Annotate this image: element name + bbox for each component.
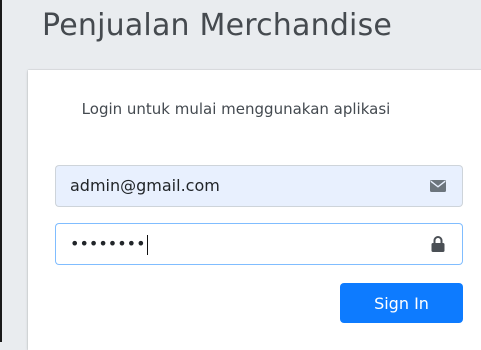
sign-in-button[interactable]: Sign In — [340, 283, 463, 323]
app-title: Penjualan Merchandise — [42, 8, 393, 43]
text-caret — [146, 234, 148, 255]
email-input-group: admin@gmail.com — [55, 165, 463, 207]
envelope-icon — [429, 180, 446, 192]
email-addon — [413, 165, 463, 207]
lock-icon — [431, 236, 444, 252]
email-input[interactable]: admin@gmail.com — [55, 165, 413, 207]
password-addon — [413, 223, 463, 265]
password-input[interactable]: •••••••• — [55, 223, 413, 265]
password-value: •••••••• — [70, 234, 146, 253]
login-message: Login untuk mulai menggunakan aplikasi — [81, 100, 391, 118]
email-value: admin@gmail.com — [70, 176, 220, 195]
password-input-group: •••••••• — [55, 223, 463, 265]
app-window: Penjualan Merchandise Login untuk mulai … — [0, 0, 481, 350]
